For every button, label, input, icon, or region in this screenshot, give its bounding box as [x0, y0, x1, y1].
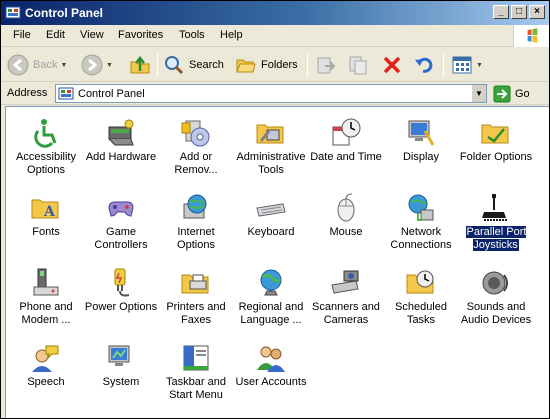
address-input[interactable]: Control Panel ▼	[55, 84, 487, 103]
menu-help[interactable]: Help	[220, 29, 243, 41]
parallel-port-joystick-icon	[482, 194, 508, 221]
menu-favorites[interactable]: Favorites	[118, 29, 163, 41]
item-folder-options[interactable]: Folder Options	[458, 113, 534, 185]
mouse-icon	[337, 193, 355, 222]
address-dropdown-button[interactable]: ▼	[471, 85, 486, 102]
item-scanners-and-cameras[interactable]: Scanners and Cameras	[308, 263, 384, 335]
item-speech[interactable]: Speech	[8, 338, 84, 410]
menu-file[interactable]: File	[13, 29, 31, 41]
address-value: Control Panel	[78, 87, 145, 100]
go-arrow-icon	[493, 85, 511, 102]
search-icon	[165, 56, 184, 75]
item-mouse[interactable]: Mouse	[308, 188, 384, 260]
forward-button[interactable]: ▼	[81, 52, 113, 78]
taskbar-start-menu-icon	[183, 345, 209, 371]
svg-text:A: A	[43, 204, 56, 220]
item-keyboard[interactable]: Keyboard	[233, 188, 309, 260]
up-folder-icon	[130, 55, 150, 74]
add-remove-programs-icon	[181, 120, 210, 147]
item-add-remove-programs[interactable]: Add or Remov...	[158, 113, 234, 185]
item-sounds-and-audio-devices[interactable]: Sounds and Audio Devices	[458, 263, 534, 335]
administrative-tools-icon	[256, 124, 284, 144]
phone-modem-icon	[33, 268, 59, 296]
forward-arrow-icon	[81, 54, 103, 76]
folders-icon	[236, 59, 256, 73]
speech-icon	[32, 345, 59, 372]
up-folder-button[interactable]	[129, 52, 151, 78]
control-panel-small-icon	[58, 87, 74, 99]
item-display[interactable]: Display	[383, 113, 459, 185]
title-bar[interactable]: Control Panel _ □ ×	[1, 1, 549, 25]
menu-bar: File Edit View Favorites Tools Help	[1, 25, 549, 47]
maximize-button[interactable]: □	[511, 5, 527, 19]
menu-view[interactable]: View	[80, 29, 104, 41]
move-to-icon	[317, 57, 336, 74]
control-panel-icons-view: Accessibility Options Add Hardware Add o…	[5, 106, 549, 418]
item-power-options[interactable]: Power Options	[83, 263, 159, 335]
game-controllers-icon	[108, 201, 134, 217]
keyboard-icon	[256, 203, 286, 217]
add-hardware-icon	[108, 119, 134, 146]
delete-button[interactable]	[381, 52, 403, 78]
move-to-button[interactable]	[315, 52, 337, 78]
item-date-and-time[interactable]: Date and Time	[308, 113, 384, 185]
item-add-hardware[interactable]: Add Hardware	[83, 113, 159, 185]
user-accounts-icon	[257, 346, 285, 372]
menu-tools[interactable]: Tools	[179, 29, 205, 41]
internet-options-icon	[183, 194, 207, 219]
toolbar: Back ▼ ▼ Search Folders ▼	[1, 48, 549, 82]
copy-to-button[interactable]	[347, 52, 369, 78]
item-printers-and-faxes[interactable]: Printers and Faxes	[158, 263, 234, 335]
accessibility-icon	[34, 119, 57, 148]
item-administrative-tools[interactable]: Administrative Tools	[233, 113, 309, 185]
fonts-icon: A	[31, 199, 59, 220]
control-panel-icon	[5, 6, 21, 19]
views-button[interactable]: ▼	[451, 52, 483, 78]
item-game-controllers[interactable]: Game Controllers	[83, 188, 159, 260]
network-connections-icon	[408, 194, 434, 221]
scheduled-tasks-icon	[406, 270, 434, 294]
folder-options-icon	[481, 124, 509, 144]
item-taskbar-and-start-menu[interactable]: Taskbar and Start Menu	[158, 338, 234, 410]
folders-button[interactable]: Folders	[235, 52, 298, 78]
address-bar: Address Control Panel ▼ Go	[1, 83, 549, 105]
delete-icon	[383, 56, 401, 74]
item-accessibility-options[interactable]: Accessibility Options	[8, 113, 84, 185]
views-dropdown-icon[interactable]: ▼	[476, 62, 483, 69]
item-fonts[interactable]: A Fonts	[8, 188, 84, 260]
item-phone-and-modem[interactable]: Phone and Modem ...	[8, 263, 84, 335]
system-icon	[108, 345, 130, 366]
scanners-cameras-icon	[331, 270, 359, 294]
undo-icon	[415, 57, 433, 73]
item-scheduled-tasks[interactable]: Scheduled Tasks	[383, 263, 459, 335]
item-system[interactable]: System	[83, 338, 159, 410]
undo-button[interactable]	[413, 52, 435, 78]
minimize-button[interactable]: _	[493, 5, 509, 19]
display-icon	[408, 120, 435, 146]
item-parallel-port-joysticks[interactable]: Parallel Port Joysticks	[458, 188, 534, 260]
power-options-icon	[114, 268, 130, 297]
item-regional-and-language[interactable]: Regional and Language ...	[233, 263, 309, 335]
back-dropdown-icon[interactable]: ▼	[60, 62, 67, 69]
control-panel-window: Control Panel _ □ × File Edit View Favor…	[0, 0, 550, 419]
printers-faxes-icon	[181, 274, 209, 294]
search-button[interactable]: Search	[163, 52, 224, 78]
item-network-connections[interactable]: Network Connections	[383, 188, 459, 260]
back-arrow-icon	[7, 54, 29, 76]
item-user-accounts[interactable]: User Accounts	[233, 338, 309, 410]
menu-edit[interactable]: Edit	[46, 29, 65, 41]
date-time-icon	[332, 118, 361, 146]
go-button[interactable]: Go	[493, 84, 530, 103]
regional-language-icon	[260, 269, 282, 296]
sounds-audio-icon	[482, 271, 508, 295]
window-title: Control Panel	[25, 6, 104, 20]
forward-dropdown-icon[interactable]: ▼	[106, 62, 113, 69]
item-internet-options[interactable]: Internet Options	[158, 188, 234, 260]
views-icon	[452, 56, 472, 74]
copy-to-icon	[349, 56, 367, 75]
back-button[interactable]: Back ▼	[7, 52, 67, 78]
close-button[interactable]: ×	[529, 5, 545, 19]
windows-logo-icon	[513, 25, 549, 47]
address-label: Address	[7, 87, 48, 99]
